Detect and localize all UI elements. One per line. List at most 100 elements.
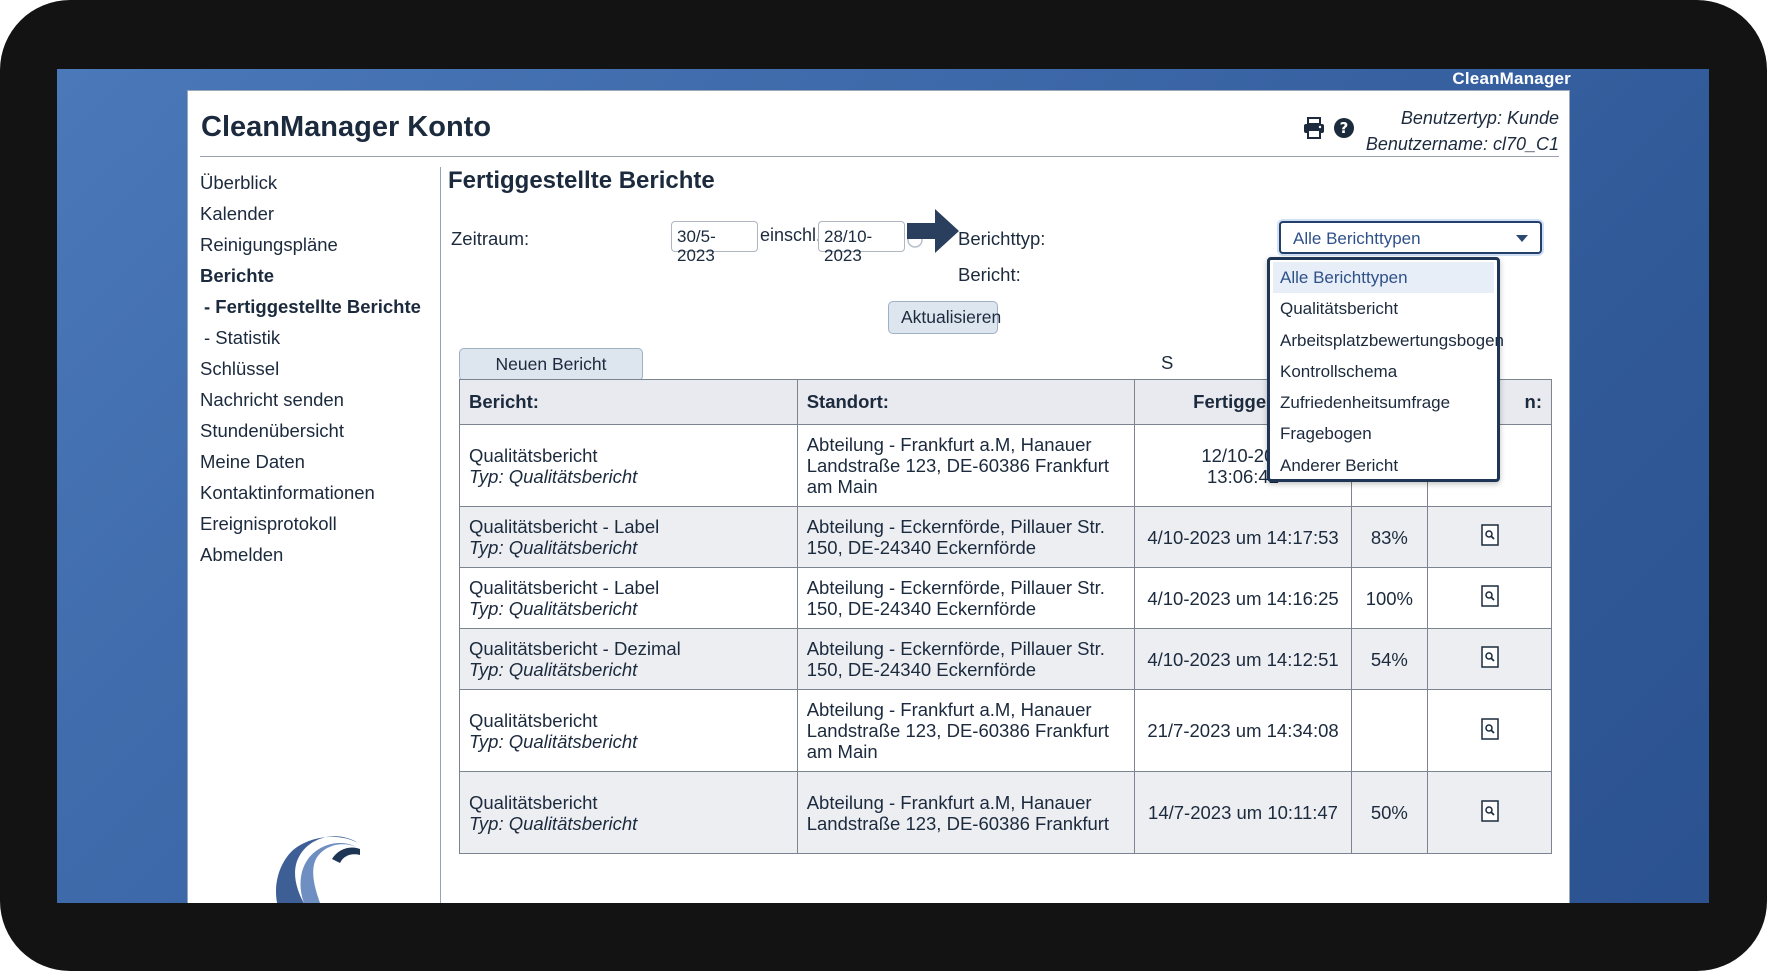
report-type-select[interactable]: Alle Berichttypen <box>1279 221 1542 254</box>
sidebar-divider <box>440 167 441 903</box>
update-button[interactable]: Aktualisieren <box>888 301 1001 334</box>
table-row[interactable]: Qualitätsbericht - Dezimal Typ: Qualität… <box>459 628 1552 690</box>
view-report-icon[interactable] <box>1480 717 1499 744</box>
view-report-icon[interactable] <box>1480 524 1499 550</box>
sidebar-item-stundenuebersicht[interactable]: Stundenübersicht <box>200 415 435 446</box>
report-type: Typ: Qualitätsbericht <box>469 659 638 680</box>
svg-text:?: ? <box>1340 119 1349 137</box>
view-cell <box>1427 771 1552 854</box>
sidebar-item-statistik[interactable]: - Statistik <box>200 322 435 353</box>
user-type: Benutzertyp: Kunde <box>1400 108 1559 128</box>
report-type-dropdown: Alle Berichttypen Qualitätsbericht Arbei… <box>1267 257 1504 482</box>
report-type: Typ: Qualitätsbericht <box>469 812 638 834</box>
location-cell: Abteilung - Eckernförde, Pillauer Str. 1… <box>796 628 1136 690</box>
sidebar-item-abmelden[interactable]: Abmelden <box>200 539 435 570</box>
report-name: Qualitätsbericht - Label <box>469 516 660 537</box>
username: Benutzername: cl70_C1 <box>1365 134 1559 154</box>
search-label: S <box>1161 352 1174 373</box>
location-cell: Abteilung - Eckernförde, Pillauer Str. 1… <box>796 567 1136 629</box>
view-report-icon[interactable] <box>1480 646 1499 672</box>
report-type: Typ: Qualitätsbericht <box>469 537 638 558</box>
dropdown-option-anderer-bericht[interactable]: Anderer Bericht <box>1273 450 1494 481</box>
sidebar-item-schluessel[interactable]: Schlüssel <box>200 353 435 384</box>
location-cell: Abteilung - Frankfurt a.M, Hanauer Lands… <box>796 771 1136 854</box>
location-cell: Abteilung - Frankfurt a.M, Hanauer Lands… <box>796 424 1136 507</box>
printer-icon[interactable] <box>1303 117 1325 139</box>
sidebar-item-nachricht-senden[interactable]: Nachricht senden <box>200 384 435 415</box>
report-name-cell: Qualitätsbericht - Label Typ: Qualitätsb… <box>459 506 798 568</box>
score-cell: 54% <box>1350 628 1429 690</box>
report-type-label: Berichttyp: <box>958 228 1046 249</box>
desktop-app-title: CleanManager <box>1452 69 1571 88</box>
help-icon[interactable]: ? <box>1333 117 1355 139</box>
sidebar-item-ereignisprotokoll[interactable]: Ereignisprotokoll <box>200 508 435 539</box>
page-title: CleanManager Konto <box>201 111 492 143</box>
view-cell <box>1427 506 1552 568</box>
report-name: Qualitätsbericht <box>469 791 598 813</box>
chevron-down-icon <box>1516 235 1528 242</box>
table-row[interactable]: Qualitätsbericht Typ: Qualitätsbericht A… <box>459 771 1552 854</box>
user-info: Benutzertyp: Kunde Benutzername: cl70_C1 <box>1366 105 1559 157</box>
report-name: Qualitätsbericht - Label <box>469 577 660 598</box>
sidebar-item-meine-daten[interactable]: Meine Daten <box>200 446 435 477</box>
view-cell <box>1427 628 1552 690</box>
dropdown-option-arbeitsplatzbewertungsbogen[interactable]: Arbeitsplatzbewertungsbogen <box>1273 325 1504 356</box>
dropdown-option-alle-berichttypen[interactable]: Alle Berichttypen <box>1273 262 1494 294</box>
sidebar-item-berichte[interactable]: Berichte <box>200 260 435 291</box>
sidebar-item-reinigungsplaene[interactable]: Reinigungspläne <box>200 229 435 260</box>
report-name: Qualitätsbericht <box>469 444 598 466</box>
date-cell: 4/10-2023 um 14:12:51 <box>1134 628 1352 690</box>
col-header-report[interactable]: Bericht: <box>459 379 798 425</box>
dropdown-option-kontrollschema[interactable]: Kontrollschema <box>1273 356 1494 387</box>
dropdown-option-qualitaetsbericht[interactable]: Qualitätsbericht <box>1273 293 1494 324</box>
view-report-icon[interactable] <box>1480 585 1499 611</box>
location-cell: Abteilung - Frankfurt a.M, Hanauer Lands… <box>796 689 1136 772</box>
score-cell: 83% <box>1350 506 1429 568</box>
report-name-cell: Qualitätsbericht Typ: Qualitätsbericht <box>459 689 798 772</box>
view-cell <box>1427 567 1552 629</box>
view-cell <box>1427 689 1552 772</box>
report-name: Qualitätsbericht <box>469 709 598 731</box>
report-label: Bericht: <box>958 264 1021 285</box>
date-cell: 21/7-2023 um 14:34:08 <box>1134 689 1352 772</box>
new-report-button[interactable]: Neuen Bericht ausfüllen <box>459 348 643 405</box>
report-name-cell: Qualitätsbericht Typ: Qualitätsbericht <box>459 771 798 854</box>
section-title: Fertiggestellte Berichte <box>448 167 715 194</box>
app-window: CleanManager Konto ? Benutzertyp: Kunde … <box>187 90 1570 903</box>
date-to-input[interactable]: 28/10-2023 <box>818 221 905 265</box>
header-icons: ? <box>1303 117 1355 139</box>
report-type-value: Alle Berichttypen <box>1293 229 1421 248</box>
score-cell <box>1350 689 1429 772</box>
report-type: Typ: Qualitätsbericht <box>469 730 638 752</box>
date-cell: 14/7-2023 um 10:11:47 <box>1134 771 1352 854</box>
sidebar-item-ueberblick[interactable]: Überblick <box>200 167 435 198</box>
table-row[interactable]: Qualitätsbericht - Label Typ: Qualitätsb… <box>459 506 1552 568</box>
report-name: Qualitätsbericht - Dezimal <box>469 638 681 659</box>
col-header-location[interactable]: Standort: <box>796 379 1136 425</box>
sidebar-item-kontaktinformationen[interactable]: Kontaktinformationen <box>200 477 435 508</box>
between-label: einschl. <box>760 225 822 245</box>
view-report-icon[interactable] <box>1480 799 1499 826</box>
desktop: CleanManager CleanManager Konto ? Benutz… <box>57 69 1709 903</box>
sidebar-item-fertiggestellte-berichte[interactable]: - Fertiggestellte Berichte <box>200 291 435 322</box>
report-type: Typ: Qualitätsbericht <box>469 465 638 487</box>
report-name-cell: Qualitätsbericht - Dezimal Typ: Qualität… <box>459 628 798 690</box>
report-name-cell: Qualitätsbericht Typ: Qualitätsbericht <box>459 424 798 507</box>
period-label: Zeitraum: <box>451 228 530 249</box>
header: CleanManager Konto ? Benutzertyp: Kunde … <box>200 91 1559 157</box>
arrow-right-icon <box>905 205 961 262</box>
score-cell: 50% <box>1350 771 1429 854</box>
table-row[interactable]: Qualitätsbericht Typ: Qualitätsbericht A… <box>459 689 1552 772</box>
location-cell: Abteilung - Eckernförde, Pillauer Str. 1… <box>796 506 1136 568</box>
date-cell: 4/10-2023 um 14:16:25 <box>1134 567 1352 629</box>
dropdown-option-fragebogen[interactable]: Fragebogen <box>1273 418 1494 449</box>
report-name-cell: Qualitätsbericht - Label Typ: Qualitätsb… <box>459 567 798 629</box>
report-type: Typ: Qualitätsbericht <box>469 598 638 619</box>
device-frame: CleanManager CleanManager Konto ? Benutz… <box>0 0 1767 971</box>
sidebar: Überblick Kalender Reinigungspläne Beric… <box>200 167 435 570</box>
sidebar-item-kalender[interactable]: Kalender <box>200 198 435 229</box>
dropdown-option-zufriedenheitsumfrage[interactable]: Zufriedenheitsumfrage <box>1273 387 1494 418</box>
table-row[interactable]: Qualitätsbericht - Label Typ: Qualitätsb… <box>459 567 1552 629</box>
score-cell: 100% <box>1350 567 1429 629</box>
date-from-input[interactable]: 30/5-2023 <box>671 221 758 265</box>
